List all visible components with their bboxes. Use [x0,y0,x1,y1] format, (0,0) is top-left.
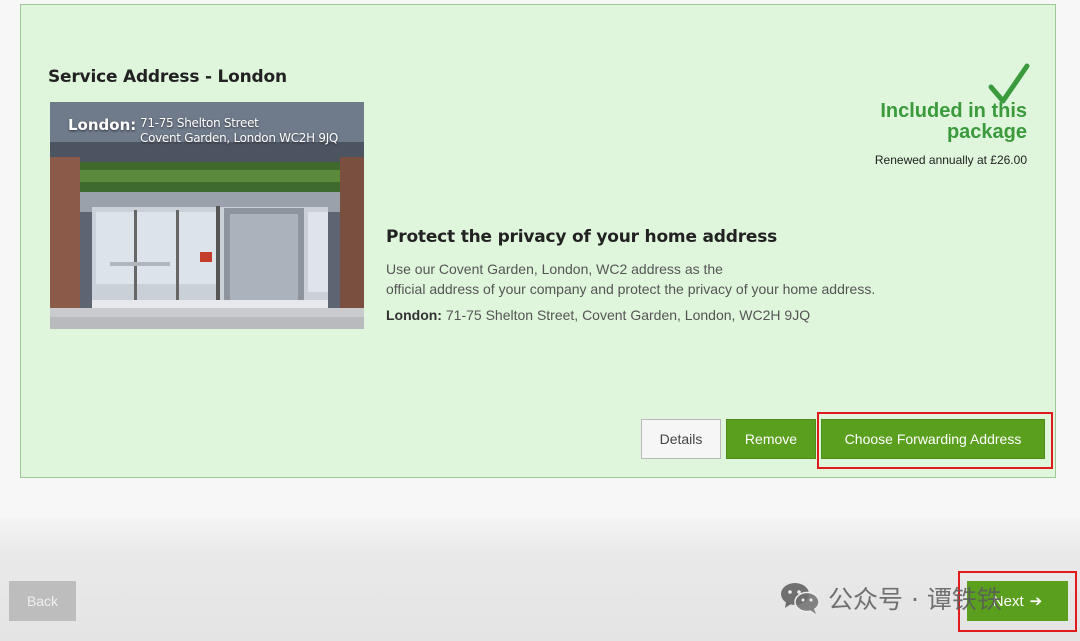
photo-caption-city: London: [68,116,137,134]
renewal-price: Renewed annually at £26.00 [874,153,1027,167]
feature-description: Use our Covent Garden, London, WC2 addre… [386,259,946,299]
address-value: 71-75 Shelton Street, Covent Garden, Lon… [445,307,811,323]
included-line-2: package [946,121,1027,143]
card-title: Service Address - London [48,67,287,87]
remove-button[interactable]: Remove [726,419,816,459]
office-photo: London: 71-75 Shelton Street Covent Gard… [50,102,364,329]
photo-caption-area: Covent Garden, London WC2H 9JQ [140,131,339,145]
check-icon [988,63,1030,104]
included-line-1: Included in this [880,100,1027,122]
feature-address: London: 71-75 Shelton Street, Covent Gar… [386,307,810,323]
feature-description-line-1: Use our Covent Garden, London, WC2 addre… [386,261,723,277]
forwarding-highlight-box [817,412,1053,469]
navigation-bar [0,518,1080,641]
next-highlight-box [958,571,1077,632]
feature-heading: Protect the privacy of your home address [386,227,778,247]
feature-description-line-2: official address of your company and pro… [386,281,876,297]
included-status: Included in this package [880,101,1027,143]
back-button[interactable]: Back [9,581,76,621]
service-address-card: Service Address - London London: 71-75 S… [20,4,1056,478]
photo-caption-street: 71-75 Shelton Street [140,116,259,130]
address-label: London: [386,307,442,323]
details-button[interactable]: Details [641,419,721,459]
